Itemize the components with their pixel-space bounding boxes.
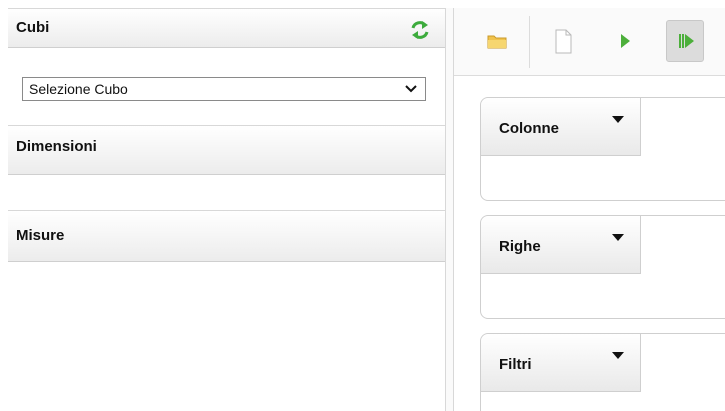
- toolbar: [454, 8, 725, 76]
- run-button[interactable]: [610, 20, 640, 62]
- right-panel: Colonne Righe Filtri: [454, 8, 725, 411]
- righe-drop-area[interactable]: Righe: [480, 215, 725, 319]
- caret-down-icon[interactable]: [612, 116, 624, 123]
- folder-icon: [482, 35, 512, 65]
- caret-down-icon[interactable]: [612, 352, 624, 359]
- play-icon: [610, 34, 640, 65]
- dimensioni-title: Dimensioni: [16, 138, 97, 155]
- panel-splitter[interactable]: [445, 8, 454, 411]
- toolbar-separator: [529, 16, 530, 68]
- cube-select[interactable]: Selezione Cubo: [22, 77, 426, 101]
- dimensioni-header[interactable]: Dimensioni: [8, 125, 445, 175]
- righe-tab[interactable]: Righe: [481, 216, 641, 274]
- misure-title: Misure: [16, 227, 65, 244]
- caret-down-icon[interactable]: [612, 234, 624, 241]
- filtri-drop-area[interactable]: Filtri: [480, 333, 725, 411]
- cube-select-row: Selezione Cubo: [8, 48, 445, 125]
- new-button[interactable]: [548, 20, 578, 62]
- righe-label: Righe: [499, 238, 541, 255]
- run-all-icon: [667, 34, 703, 64]
- filtri-tab[interactable]: Filtri: [481, 334, 641, 392]
- refresh-icon[interactable]: [409, 18, 431, 40]
- cubi-header: Cubi: [8, 8, 445, 48]
- open-button[interactable]: [482, 20, 512, 62]
- filtri-label: Filtri: [499, 356, 532, 373]
- left-panel: Cubi Selezione Cubo Dimensioni Misure: [8, 8, 445, 411]
- run-all-button[interactable]: [666, 20, 704, 62]
- colonne-label: Colonne: [499, 120, 559, 137]
- misure-header[interactable]: Misure: [8, 210, 445, 262]
- chevron-down-icon: [405, 78, 417, 107]
- cube-select-value: Selezione Cubo: [29, 81, 128, 97]
- cubi-title: Cubi: [16, 19, 50, 36]
- colonne-tab[interactable]: Colonne: [481, 98, 641, 156]
- colonne-drop-area[interactable]: Colonne: [480, 97, 725, 201]
- new-document-icon: [548, 29, 578, 65]
